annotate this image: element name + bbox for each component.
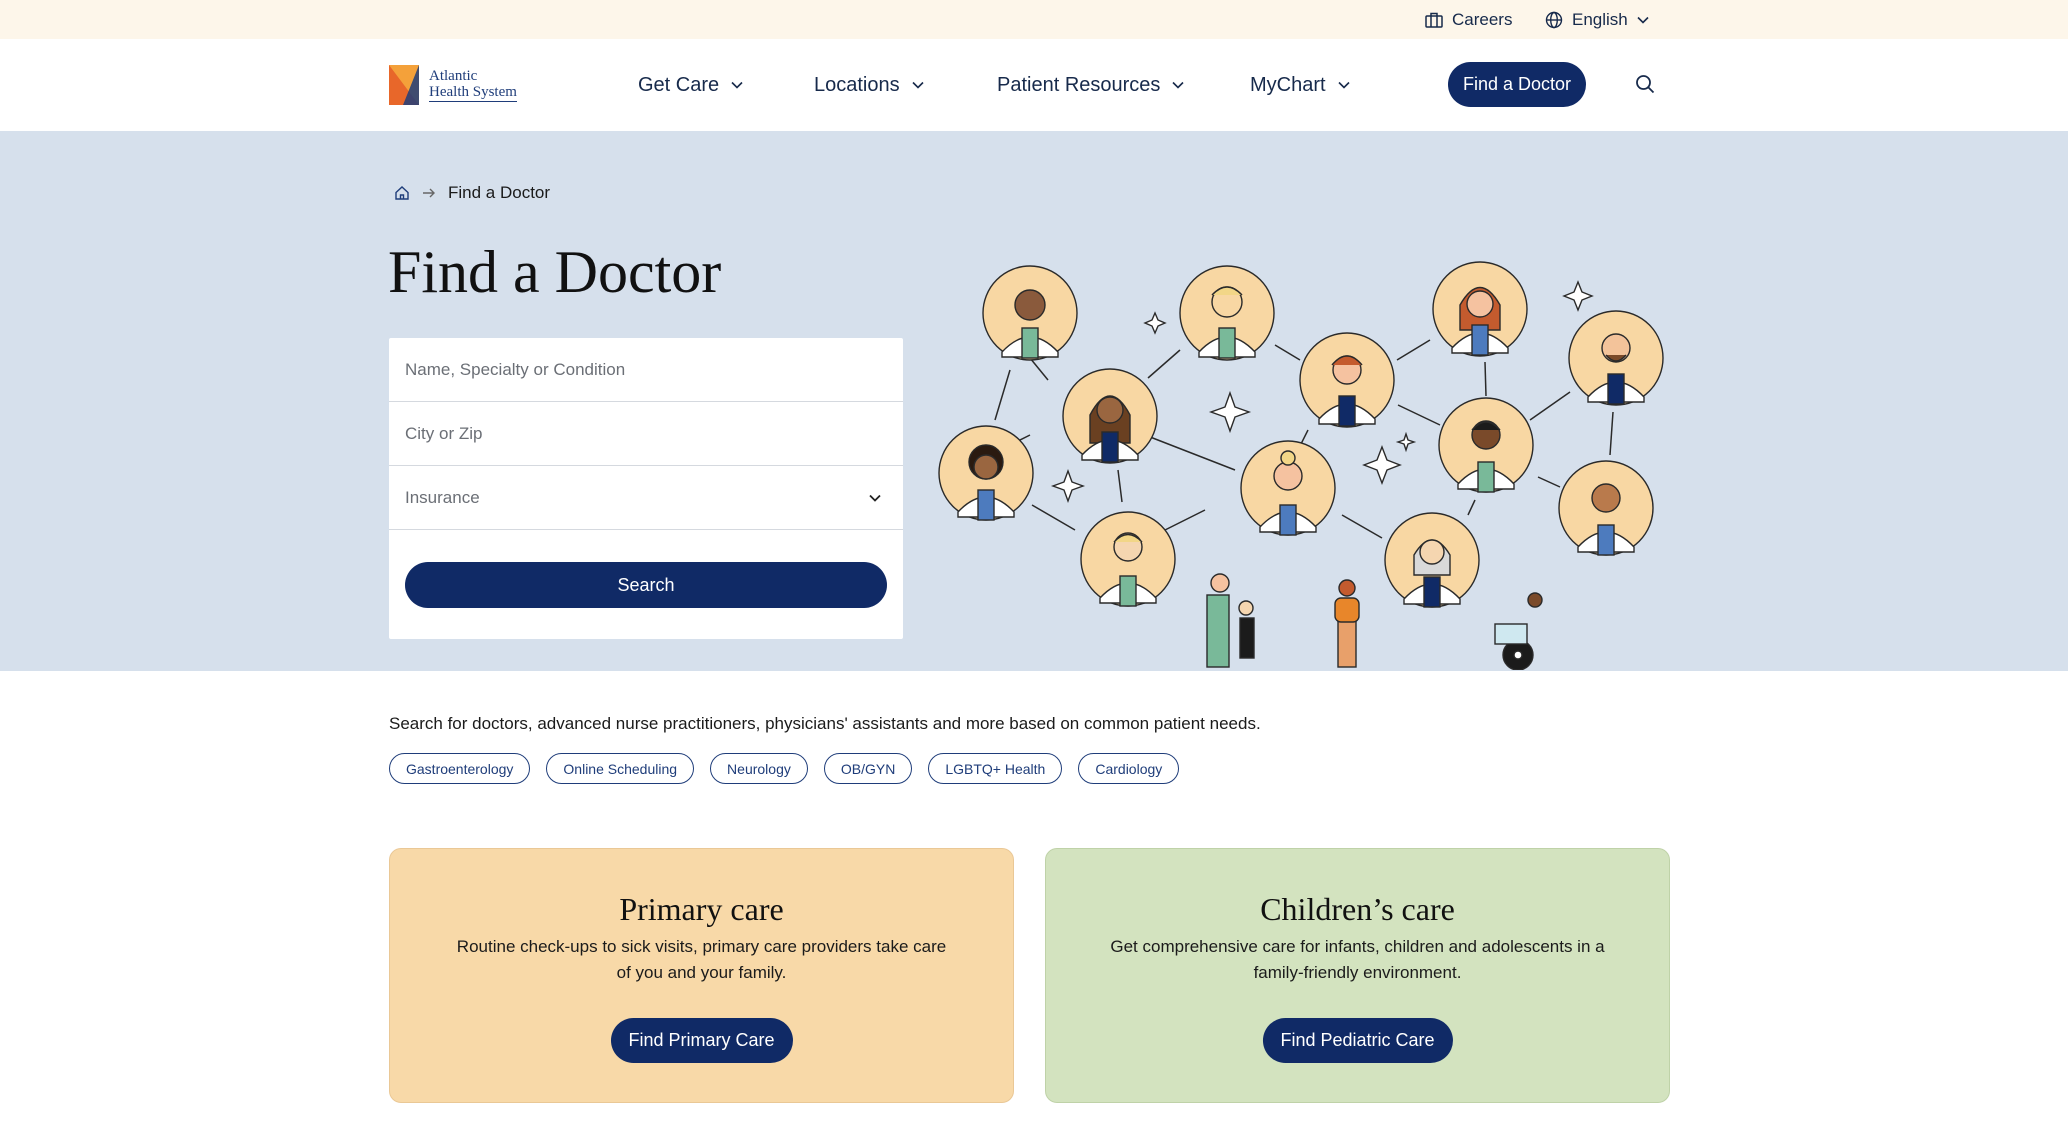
chevron-down-icon — [1172, 81, 1184, 89]
find-a-doctor-button[interactable]: Find a Doctor — [1448, 62, 1586, 107]
city-field-wrapper — [389, 402, 903, 466]
avatar — [1240, 440, 1336, 536]
avatar — [1299, 332, 1395, 428]
chip-neurology[interactable]: Neurology — [710, 753, 808, 784]
avatar — [1558, 460, 1654, 556]
logo-mark-icon — [389, 65, 419, 105]
primary-care-card: Primary care Routine check-ups to sick v… — [389, 848, 1014, 1103]
chevron-down-icon — [731, 81, 743, 89]
nav-label: Get Care — [638, 73, 720, 96]
nav-mychart[interactable]: MyChart — [1250, 65, 1350, 105]
name-specialty-input[interactable] — [405, 338, 903, 401]
utility-bar: Careers English — [0, 0, 2068, 39]
search-icon[interactable] — [1635, 74, 1655, 94]
avatar — [1438, 397, 1534, 493]
people-figures — [1206, 573, 1543, 670]
chip-ob-gyn[interactable]: OB/GYN — [823, 753, 913, 784]
avatar — [1080, 511, 1176, 607]
card-title: Children’s care — [1260, 891, 1455, 927]
chevron-down-icon — [912, 81, 924, 89]
childrens-care-card: Children’s care Get comprehensive care f… — [1045, 848, 1670, 1103]
nav-get-care[interactable]: Get Care — [638, 65, 743, 105]
find-primary-care-button[interactable]: Find Primary Care — [610, 1018, 793, 1063]
avatar — [1384, 512, 1480, 608]
card-title: Primary care — [619, 891, 784, 927]
language-selector[interactable]: English — [1545, 0, 1649, 39]
arrow-right-icon — [423, 188, 435, 198]
chip-online-scheduling[interactable]: Online Scheduling — [546, 753, 695, 784]
doctor-avatars — [938, 261, 1664, 608]
avatar — [982, 265, 1078, 361]
avatar — [1432, 261, 1528, 357]
careers-label: Careers — [1452, 9, 1513, 29]
chevron-down-icon — [869, 494, 881, 502]
breadcrumb: Find a Doctor — [394, 183, 550, 203]
nav-patient-resources[interactable]: Patient Resources — [997, 65, 1184, 105]
insurance-select[interactable]: Insurance — [389, 466, 903, 530]
chip-cardiology[interactable]: Cardiology — [1078, 753, 1180, 784]
insurance-label: Insurance — [405, 487, 480, 507]
chip-gastroenterology[interactable]: Gastroenterology — [389, 753, 531, 784]
nav-label: Patient Resources — [997, 73, 1161, 96]
logo-line2: Health System — [429, 84, 517, 102]
chevron-down-icon — [1637, 16, 1649, 24]
name-field-wrapper — [389, 338, 903, 402]
avatar — [938, 425, 1034, 521]
nav-label: Locations — [814, 73, 900, 96]
find-pediatric-care-button[interactable]: Find Pediatric Care — [1262, 1018, 1453, 1063]
avatar — [1062, 368, 1158, 464]
nav-locations[interactable]: Locations — [814, 65, 924, 105]
home-icon[interactable] — [394, 185, 410, 201]
page-title: Find a Doctor — [388, 239, 722, 305]
language-label: English — [1572, 9, 1628, 29]
doctors-network-illustration — [938, 261, 1664, 670]
logo[interactable]: Atlantic Health System — [389, 65, 517, 105]
briefcase-icon — [1425, 12, 1443, 28]
globe-icon — [1545, 11, 1563, 28]
nav-label: MyChart — [1250, 73, 1326, 96]
chip-lgbtq-health[interactable]: LGBTQ+ Health — [928, 753, 1063, 784]
careers-link[interactable]: Careers — [1425, 0, 1512, 39]
search-button[interactable]: Search — [405, 562, 887, 608]
intro-text: Search for doctors, advanced nurse pract… — [389, 714, 1261, 733]
logo-line1: Atlantic — [429, 68, 478, 84]
avatar — [1179, 265, 1275, 361]
specialty-chips: Gastroenterology Online Scheduling Neuro… — [389, 753, 1180, 784]
card-description: Routine check-ups to sick visits, primar… — [456, 937, 947, 982]
logo-text: Atlantic Health System — [429, 68, 517, 102]
search-card: Insurance Search — [389, 338, 903, 639]
city-zip-input[interactable] — [405, 402, 903, 465]
avatar — [1568, 310, 1664, 406]
card-description: Get comprehensive care for infants, chil… — [1110, 937, 1605, 982]
breadcrumb-current: Find a Doctor — [448, 183, 551, 202]
chevron-down-icon — [1338, 81, 1350, 89]
